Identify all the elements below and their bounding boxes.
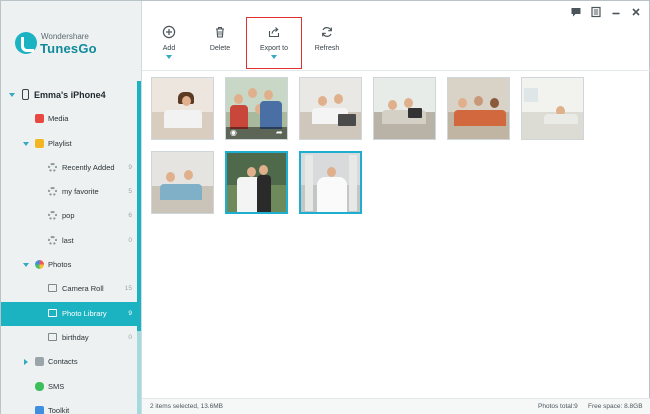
sidebar-item-label: Contacts: [48, 357, 78, 367]
sidebar-item-contacts[interactable]: Contacts: [1, 350, 137, 374]
album-label: Photo Library: [62, 308, 107, 318]
playlist-count: 5: [128, 188, 132, 196]
album-icon: [48, 308, 57, 317]
toolbar: Add Delete Export to Refresh: [142, 17, 650, 69]
app-logo: Wondershare TunesGo: [15, 29, 135, 57]
playlist-icon: [48, 211, 57, 221]
sidebar-item-playlist-pop[interactable]: pop 6: [1, 204, 137, 228]
expand-caret-icon[interactable]: [24, 359, 28, 366]
delete-button[interactable]: Delete: [205, 21, 235, 69]
preview-eye-icon[interactable]: ◉: [230, 129, 237, 137]
export-label: Export to: [259, 45, 288, 52]
phone-icon: [22, 89, 29, 100]
playlist-label: my favorite: [62, 187, 99, 197]
feedback-icon[interactable]: [570, 6, 582, 18]
toolkit-icon: [35, 405, 44, 414]
minimize-icon[interactable]: [610, 6, 622, 18]
add-button[interactable]: Add: [154, 21, 184, 69]
photo-thumbnail[interactable]: [299, 77, 362, 140]
playlist-count: 9: [128, 163, 132, 171]
album-label: Camera Roll: [62, 284, 104, 294]
refresh-icon: [322, 27, 332, 37]
sidebar-item-camera-roll[interactable]: Camera Roll 15: [1, 277, 137, 301]
media-icon: [35, 114, 44, 124]
sidebar-item-playlist-recently-added[interactable]: Recently Added 9: [1, 156, 137, 180]
photo-thumbnail[interactable]: [151, 151, 214, 214]
close-icon[interactable]: [630, 6, 642, 18]
free-space: Free space: 8.8GB: [588, 403, 643, 410]
sidebar-item-label: Media: [48, 114, 69, 124]
refresh-label: Refresh: [314, 45, 340, 52]
status-bar: 2 items selected, 13.6MB Photos total:9 …: [142, 398, 650, 414]
menu-icon[interactable]: [590, 6, 602, 18]
sidebar-item-birthday[interactable]: birthday 0: [1, 326, 137, 350]
device-name: Emma's iPhone4: [34, 90, 106, 100]
share-arrow-icon[interactable]: ➦: [276, 129, 283, 137]
device-node[interactable]: Emma's iPhone4: [1, 83, 137, 107]
photo-thumbnail[interactable]: [151, 77, 214, 140]
album-count: 15: [124, 285, 132, 293]
playlist-icon: [48, 187, 57, 197]
sidebar-item-sms[interactable]: SMS: [1, 375, 137, 399]
smart-playlist-gear-icon: [48, 162, 57, 172]
sms-icon: [35, 381, 44, 391]
brand-name-text: TunesGo: [40, 41, 97, 56]
add-icon: [162, 25, 176, 39]
export-button[interactable]: Export to: [246, 17, 302, 69]
sidebar-item-playlist[interactable]: Playlist: [1, 132, 137, 156]
tunesgo-window: Wondershare TunesGo Emma's iPhone4 Media…: [0, 0, 650, 414]
tunesgo-logo-icon: [15, 32, 37, 54]
sidebar-item-label: Playlist: [48, 138, 72, 148]
photo-thumbnail[interactable]: [521, 77, 584, 140]
sidebar-item-photos[interactable]: Photos: [1, 253, 137, 277]
expand-caret-icon[interactable]: [23, 263, 29, 268]
album-count: 9: [128, 309, 132, 317]
album-icon: [48, 284, 57, 293]
playlist-count: 6: [128, 212, 132, 220]
sidebar-item-playlist-my-favorite[interactable]: my favorite 5: [1, 180, 137, 204]
expand-caret-icon[interactable]: [23, 141, 29, 146]
playlist-count: 0: [128, 236, 132, 244]
playlist-label: last: [62, 235, 74, 245]
sidebar: Wondershare TunesGo Emma's iPhone4 Media…: [1, 1, 142, 414]
trash-icon: [216, 27, 224, 38]
sidebar-item-photo-library[interactable]: Photo Library 9: [1, 301, 137, 326]
sidebar-item-label: SMS: [48, 381, 65, 391]
photo-thumbnail[interactable]: [373, 77, 436, 140]
export-dropdown-arrow-icon[interactable]: [271, 55, 277, 59]
playlist-icon: [48, 235, 57, 245]
photo-thumbnail-selected[interactable]: [299, 151, 362, 214]
selection-status: 2 items selected, 13.6MB: [150, 403, 223, 410]
playlist-label: pop: [62, 211, 75, 221]
sidebar-item-label: Toolkit: [48, 405, 70, 414]
toolbar-divider: [142, 70, 650, 71]
sidebar-scrollbar-thumb[interactable]: [137, 81, 141, 331]
album-count: 0: [128, 333, 132, 341]
sidebar-item-toolkit[interactable]: Toolkit: [1, 399, 137, 414]
album-icon: [48, 332, 57, 341]
photos-icon: [35, 260, 44, 270]
album-label: birthday: [62, 332, 89, 342]
photo-thumbnail[interactable]: [447, 77, 510, 140]
playlist-icon: [35, 138, 44, 148]
device-tree: Emma's iPhone4 Media Playlist Recently A…: [1, 83, 137, 414]
sidebar-item-media[interactable]: Media: [1, 107, 137, 131]
expand-caret-icon[interactable]: [9, 93, 15, 97]
brand-small-text: Wondershare: [41, 32, 89, 41]
photo-thumbnail[interactable]: ◉ ➦: [225, 77, 288, 140]
sidebar-item-label: Photos: [48, 260, 72, 270]
playlist-label: Recently Added: [62, 162, 115, 172]
contacts-icon: [35, 357, 44, 367]
photo-thumbnail-selected[interactable]: [225, 151, 288, 214]
refresh-button[interactable]: Refresh: [310, 21, 344, 69]
sidebar-item-playlist-last[interactable]: last 0: [1, 229, 137, 253]
photos-total: Photos total:9: [538, 403, 578, 410]
delete-label: Delete: [209, 45, 231, 52]
export-icon: [268, 27, 280, 38]
add-dropdown-arrow-icon[interactable]: [166, 55, 172, 59]
add-label: Add: [162, 45, 176, 52]
